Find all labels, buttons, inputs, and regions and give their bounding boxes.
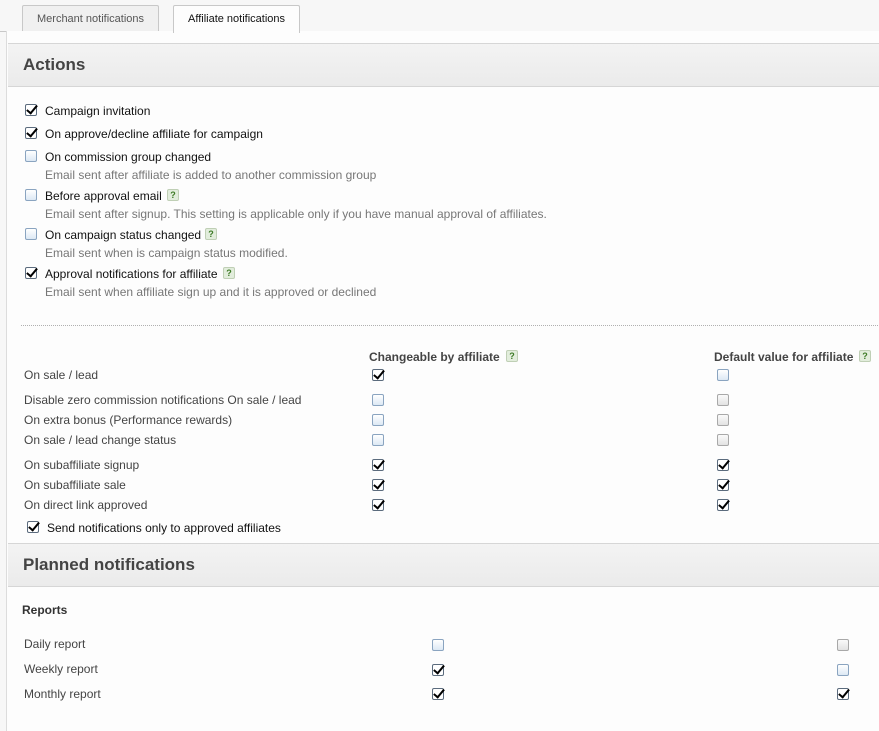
help-icon[interactable]: ? xyxy=(859,350,871,362)
approval-notifications-desc: Email sent when affiliate sign up and it… xyxy=(45,285,377,299)
before-approval-desc: Email sent after signup. This setting is… xyxy=(45,207,547,221)
campaign-status-checkbox[interactable] xyxy=(25,228,37,240)
before-approval-label: Before approval email xyxy=(45,189,162,203)
changeable-column-header: Changeable by affiliate xyxy=(369,350,500,364)
planned-notifications-header: Planned notifications xyxy=(8,543,879,587)
changeable-checkbox[interactable] xyxy=(372,369,384,381)
help-icon[interactable]: ? xyxy=(167,189,179,201)
default-column-header: Default value for affiliate xyxy=(714,350,854,364)
default-checkbox[interactable] xyxy=(717,499,729,511)
approved-only-label: Send notifications only to approved affi… xyxy=(47,521,281,535)
default-checkbox[interactable] xyxy=(717,479,729,491)
changeable-checkbox[interactable] xyxy=(372,394,384,406)
default-checkbox xyxy=(717,394,729,406)
help-icon[interactable]: ? xyxy=(506,350,518,362)
default-checkbox[interactable] xyxy=(837,664,849,676)
row-label: On extra bonus (Performance rewards) xyxy=(24,413,233,427)
default-checkbox xyxy=(717,414,729,426)
section-divider xyxy=(21,325,879,326)
campaign-invitation-label: Campaign invitation xyxy=(45,104,151,118)
default-checkbox[interactable] xyxy=(717,369,729,381)
actions-header: Actions xyxy=(8,43,879,87)
tab-merchant-notifications[interactable]: Merchant notifications xyxy=(22,5,159,32)
changeable-checkbox[interactable] xyxy=(372,459,384,471)
approve-decline-checkbox[interactable] xyxy=(25,127,37,139)
row-label: Weekly report xyxy=(24,662,98,676)
changeable-checkbox[interactable] xyxy=(372,479,384,491)
campaign-status-label: On campaign status changed xyxy=(45,228,202,242)
approved-only-checkbox[interactable] xyxy=(27,521,39,533)
help-icon[interactable]: ? xyxy=(223,267,235,279)
row-label: Daily report xyxy=(24,637,86,651)
default-checkbox[interactable] xyxy=(837,688,849,700)
changeable-checkbox[interactable] xyxy=(432,639,444,651)
approval-notifications-checkbox[interactable] xyxy=(25,267,37,279)
planned-notifications-title: Planned notifications xyxy=(23,555,195,574)
commission-group-checkbox[interactable] xyxy=(25,150,37,162)
row-label: On sale / lead change status xyxy=(24,433,177,447)
before-approval-checkbox[interactable] xyxy=(25,189,37,201)
changeable-checkbox[interactable] xyxy=(372,414,384,426)
affiliate-notifications-panel: Actions Campaign invitation On approve/d… xyxy=(6,31,879,731)
help-icon[interactable]: ? xyxy=(205,228,217,240)
approval-notifications-label: Approval notifications for affiliate xyxy=(45,267,218,281)
changeable-checkbox[interactable] xyxy=(372,434,384,446)
changeable-checkbox[interactable] xyxy=(432,664,444,676)
row-label: On sale / lead xyxy=(24,368,99,382)
row-label: Monthly report xyxy=(24,687,101,701)
row-label: Disable zero commission notifications On… xyxy=(24,393,302,407)
changeable-checkbox[interactable] xyxy=(432,688,444,700)
row-label: On subaffiliate signup xyxy=(24,458,140,472)
approve-decline-label: On approve/decline affiliate for campaig… xyxy=(45,127,263,141)
default-checkbox[interactable] xyxy=(717,459,729,471)
reports-label: Reports xyxy=(22,603,68,617)
notification-tabs: Merchant notifications Affiliate notific… xyxy=(0,0,879,33)
actions-title: Actions xyxy=(23,55,86,74)
default-checkbox xyxy=(717,434,729,446)
row-label: On direct link approved xyxy=(24,498,148,512)
commission-group-desc: Email sent after affiliate is added to a… xyxy=(45,168,377,182)
default-checkbox xyxy=(837,639,849,651)
row-label: On subaffiliate sale xyxy=(24,478,126,492)
tab-affiliate-notifications[interactable]: Affiliate notifications xyxy=(173,5,301,33)
campaign-status-desc: Email sent when is campaign status modif… xyxy=(45,246,288,260)
commission-group-label: On commission group changed xyxy=(45,150,212,164)
campaign-invitation-checkbox[interactable] xyxy=(25,104,37,116)
changeable-checkbox[interactable] xyxy=(372,499,384,511)
